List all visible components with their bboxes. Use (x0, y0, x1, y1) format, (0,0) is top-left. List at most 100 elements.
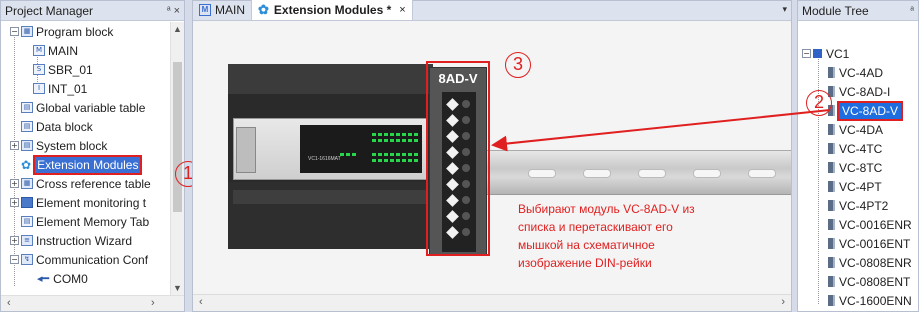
module-item-label: VC-4AD (839, 65, 884, 80)
tree-item-data-block[interactable]: ▤ Data block (21, 117, 93, 136)
interrupt-icon: I (33, 83, 45, 94)
module-tree-root[interactable]: − VC1 (802, 44, 849, 63)
tree-item-main[interactable]: M MAIN (33, 41, 78, 60)
module-icon (828, 200, 833, 211)
expand-icon[interactable]: + (10, 236, 19, 245)
subroutine-icon: S (33, 64, 45, 75)
scroll-up-icon[interactable]: ▲ (171, 24, 184, 34)
tree-item-label: Element Memory Tab (36, 214, 150, 229)
tree-item-label: SBR_01 (48, 62, 93, 77)
variable-table-icon: ▤ (21, 102, 33, 113)
pin-icon[interactable]: ᵃ (167, 5, 171, 16)
expand-icon[interactable]: + (10, 179, 19, 188)
close-tab-icon[interactable]: × (399, 4, 405, 16)
module-item-label: VC-4PT (839, 179, 882, 194)
module-tree-root-label: VC1 (826, 46, 850, 61)
tab-main[interactable]: M MAIN (193, 0, 252, 20)
tree-item-extension-modules[interactable]: ✿ Extension Modules (21, 154, 143, 175)
module-item[interactable]: VC-0016ENR (828, 215, 912, 234)
rail-slot (693, 169, 721, 178)
scroll-left-icon[interactable]: ‹ (199, 296, 203, 308)
expand-icon[interactable]: + (10, 141, 19, 150)
project-manager-panel: Project Manager ᵃ × − ▦ Program block M … (0, 0, 185, 312)
tree-item-int01[interactable]: I INT_01 (33, 79, 87, 98)
module-item[interactable]: VC-0016ENT (828, 234, 910, 253)
module-item-label: VC-4PT2 (839, 198, 889, 213)
module-item[interactable]: VC-4DA (828, 120, 883, 139)
module-item-label: VC-4DA (839, 122, 884, 137)
tree-item-label: Data block (36, 119, 93, 134)
module-icon (828, 257, 833, 268)
scroll-left-icon[interactable]: ‹ (7, 297, 11, 309)
module-item-label: VC-8AD-V (836, 100, 904, 121)
tree-item-com0[interactable]: ◂━ COM0 (37, 269, 88, 288)
module-item[interactable]: VC-8AD-I (828, 82, 890, 101)
tree-item-element-monitoring[interactable]: + Element monitoring t (10, 193, 146, 212)
tree-item-program-block[interactable]: − ▦ Program block (10, 22, 113, 41)
pin-icon[interactable]: ᵃ (910, 5, 914, 16)
tree-item-communication[interactable]: − ↯ Communication Conf (10, 250, 148, 269)
scroll-right-icon[interactable]: › (151, 297, 155, 309)
module-item-label: VC-0808ENT (839, 274, 911, 289)
project-tree: − ▦ Program block M MAIN S SBR_01 I INT_… (1, 22, 170, 295)
note-line: мышкой на схематичное (518, 238, 655, 252)
module-item[interactable]: VC-0808ENR (828, 253, 912, 272)
module-item[interactable]: VC-4PT2 (828, 196, 888, 215)
module-item[interactable]: VC-1600ENN (828, 291, 912, 310)
monitoring-icon (21, 197, 33, 208)
editor-horizontal-scrollbar[interactable]: ‹ › (193, 294, 791, 311)
editor-tabbar: M MAIN ✿ Extension Modules * × ▾ (193, 0, 791, 21)
plc-status-panel: VC1-1616MAT (300, 125, 422, 173)
tab-label: Extension Modules * (273, 3, 392, 17)
note-line: списка и перетаскивают его (518, 220, 673, 234)
module-item[interactable]: VC-4TC (828, 139, 882, 158)
expand-icon[interactable]: + (10, 198, 19, 207)
tree-item-label: Extension Modules (33, 154, 143, 175)
project-tree-vertical-scrollbar[interactable]: ▲ ▼ (170, 22, 184, 295)
tab-dropdown-icon[interactable]: ▾ (782, 4, 787, 15)
scroll-right-icon[interactable]: › (781, 296, 785, 308)
tree-item-label: Global variable table (36, 100, 146, 115)
communication-icon: ↯ (21, 254, 33, 265)
tree-item-instruction-wizard[interactable]: + ≡ Instruction Wizard (10, 231, 132, 250)
collapse-icon[interactable]: − (10, 27, 19, 36)
module-item-label: VC-1600ENN (839, 293, 912, 308)
module-item[interactable]: VC-4PT (828, 177, 882, 196)
module-item-label: VC-4TC (839, 141, 883, 156)
tree-item-cross-reference[interactable]: + ▦ Cross reference table (10, 174, 151, 193)
module-icon (828, 143, 833, 154)
module-item-label: VC-8AD-I (839, 84, 891, 99)
scroll-thumb[interactable] (173, 62, 182, 212)
tree-item-label: Communication Conf (36, 252, 149, 267)
module-tree-list: − VC1 VC-4AD VC-8AD-I VC-8AD-V VC-4DA VC… (798, 22, 918, 311)
module-item[interactable]: VC-0808ENT (828, 272, 910, 291)
tree-item-global-variable-table[interactable]: ▤ Global variable table (21, 98, 145, 117)
collapse-icon[interactable]: − (10, 255, 19, 264)
collapse-icon[interactable]: − (802, 49, 811, 58)
tree-item-element-memory[interactable]: ▤ Element Memory Tab (21, 212, 149, 231)
rail-slot (638, 169, 666, 178)
tree-item-sbr01[interactable]: S SBR_01 (33, 60, 93, 79)
module-item-selected[interactable]: VC-8AD-V (828, 100, 904, 121)
plc-terminal-strip (233, 190, 428, 204)
tab-extension-modules[interactable]: ✿ Extension Modules * × (252, 0, 413, 20)
instruction-note: Выбирают модуль VC-8AD-V из списка и пер… (518, 200, 718, 272)
module-item-label: VC-8TC (839, 160, 883, 175)
project-tree-horizontal-scrollbar[interactable]: ‹ › (1, 295, 184, 311)
gear-icon: ✿ (21, 157, 32, 172)
module-icon (828, 295, 833, 306)
module-item[interactable]: VC-8TC (828, 158, 882, 177)
tree-item-system-block[interactable]: + ▤ System block (10, 136, 107, 155)
step-marker-2: 2 (806, 90, 832, 116)
module-item[interactable]: VC-4AD (828, 63, 883, 82)
close-icon[interactable]: × (174, 5, 180, 17)
module-item-label: VC-0016ENT (839, 236, 911, 251)
scroll-down-icon[interactable]: ▼ (171, 283, 184, 293)
tree-item-label: INT_01 (48, 81, 88, 96)
highlight-box-module (426, 61, 490, 256)
module-tree-header: Module Tree ᵃ (798, 1, 918, 21)
main-program-icon: M (199, 4, 211, 16)
module-canvas[interactable]: VC1-1616MAT 8AD-V 3 Выбирают модуль VC-8… (193, 22, 791, 294)
module-icon (828, 162, 833, 173)
editor-area: M MAIN ✿ Extension Modules * × ▾ VC1-161… (192, 0, 792, 312)
